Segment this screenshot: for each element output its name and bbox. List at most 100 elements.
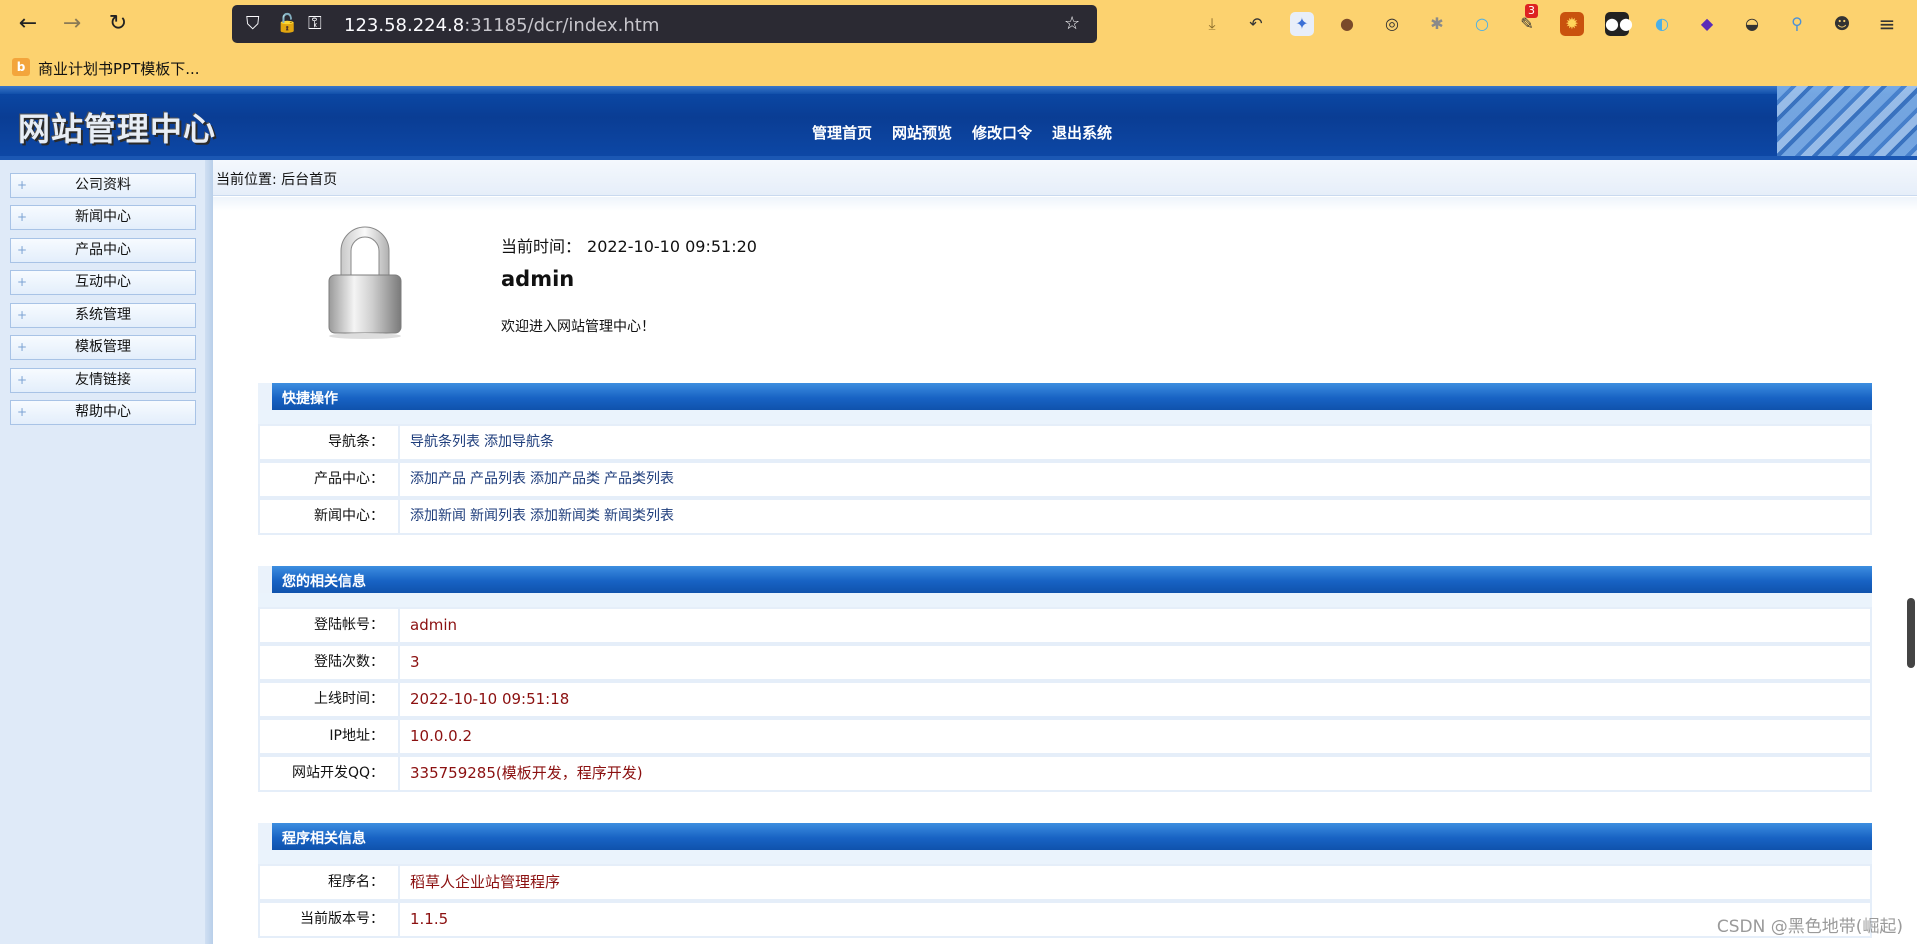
puzzle-icon[interactable]: ✱: [1425, 12, 1449, 36]
table-row: 登陆次数： 3: [258, 644, 1872, 681]
back-icon[interactable]: ←: [14, 10, 42, 38]
section-user-info: 您的相关信息: [258, 566, 1872, 593]
bookmark-star-icon[interactable]: ☆: [1064, 13, 1080, 35]
sidebar-item-products[interactable]: + 产品中心: [10, 238, 196, 263]
sidebar-item-company[interactable]: + 公司资料: [10, 173, 196, 198]
link-nav-list[interactable]: 导航条列表: [410, 434, 480, 450]
spy-icon[interactable]: ☻: [1830, 12, 1854, 36]
row-value: 10.0.0.2: [410, 727, 473, 745]
hat-icon[interactable]: ◒: [1740, 12, 1764, 36]
plus-icon: +: [17, 340, 28, 354]
nav-logout[interactable]: 退出系统: [1052, 122, 1112, 143]
sidebar-item-links[interactable]: + 友情链接: [10, 368, 196, 393]
keyboard-decoration: [1777, 86, 1917, 156]
section-program-info: 程序相关信息: [258, 823, 1872, 850]
menu-icon[interactable]: ≡: [1875, 12, 1899, 36]
top-nav: 管理首页 网站预览 修改口令 退出系统: [812, 122, 1112, 143]
table-row: 程序名： 稻草人企业站管理程序: [258, 864, 1872, 901]
nav-admin-home[interactable]: 管理首页: [812, 122, 872, 143]
table-row: 登陆帐号： admin: [258, 607, 1872, 644]
link-add-news-category[interactable]: 添加新闻类: [530, 508, 600, 524]
main-content: 当前位置: 后台首页 当前时间： 2022-10-10 09:51:20 admi…: [213, 160, 1917, 944]
welcome-message: 欢迎进入网站管理中心！: [501, 319, 655, 335]
plus-icon: +: [17, 405, 28, 419]
link-product-list[interactable]: 产品列表: [470, 471, 526, 487]
sidebar-divider[interactable]: [205, 160, 213, 944]
sidebar-item-label: 互动中心: [75, 274, 131, 290]
page-scrollbar[interactable]: [1907, 176, 1917, 852]
reload-icon[interactable]: ↻: [104, 10, 132, 38]
link-news-category-list[interactable]: 新闻类列表: [604, 508, 674, 524]
breadcrumb: 当前位置: 后台首页: [216, 172, 338, 188]
sidebar-item-templates[interactable]: + 模板管理: [10, 335, 196, 360]
badge-count: 3: [1525, 4, 1538, 18]
forward-icon[interactable]: →: [58, 10, 86, 38]
layers-icon[interactable]: ◆: [1695, 12, 1719, 36]
row-value: admin: [410, 616, 457, 634]
translate-icon[interactable]: ✎ 3: [1515, 4, 1539, 36]
url-bar[interactable]: ⛉ 🔓 ⚿ 123.58.224.8:31185/dcr/index.htm ☆: [232, 5, 1097, 43]
shield-icon[interactable]: ⛉: [246, 13, 260, 35]
sidebar-item-label: 友情链接: [75, 372, 131, 388]
key-icon[interactable]: ⚿: [308, 13, 322, 35]
content-body: 当前时间： 2022-10-10 09:51:20 admin 欢迎进入网站管理中…: [213, 197, 1917, 944]
bookmarks-bar: b 商业计划书PPT模板下...: [0, 50, 1917, 84]
section-gap: [258, 850, 1872, 864]
sidebar-item-news[interactable]: + 新闻中心: [10, 205, 196, 230]
current-time-label: 当前时间：: [501, 237, 582, 256]
row-links: 添加产品 产品列表 添加产品类 产品类列表: [410, 463, 678, 496]
url-text[interactable]: 123.58.224.8:31185/dcr/index.htm: [344, 15, 659, 36]
insecure-lock-icon[interactable]: 🔓: [276, 13, 298, 35]
link-add-product-category[interactable]: 添加产品类: [530, 471, 600, 487]
table-row: 上线时间： 2022-10-10 09:51:18: [258, 681, 1872, 718]
link-product-category-list[interactable]: 产品类列表: [604, 471, 674, 487]
section-gap: [258, 410, 1872, 424]
row-label: 新闻中心：: [260, 500, 400, 533]
sidebar-item-system[interactable]: + 系统管理: [10, 303, 196, 328]
row-value: 稻草人企业站管理程序: [410, 873, 561, 891]
ring-icon[interactable]: ○: [1470, 12, 1494, 36]
header-stripe: [0, 86, 1917, 94]
table-row: 网站开发QQ： 335759285(模板开发，程序开发): [258, 755, 1872, 792]
table-row: IP地址： 10.0.0.2: [258, 718, 1872, 755]
cookie-editor-icon[interactable]: ◎: [1380, 12, 1404, 36]
sidebar-item-interaction[interactable]: + 互动中心: [10, 270, 196, 295]
plus-icon: +: [17, 243, 28, 257]
row-value: 335759285(模板开发，程序开发): [410, 764, 643, 782]
table-row: 产品中心： 添加产品 产品列表 添加产品类 产品类列表: [258, 461, 1872, 498]
row-label: 程序名：: [260, 866, 400, 899]
toggle-icon[interactable]: ◐: [1650, 12, 1674, 36]
site-header: 网站管理中心 管理首页 网站预览 修改口令 退出系统: [0, 86, 1917, 156]
undo-icon[interactable]: ↶: [1244, 12, 1268, 36]
row-label: 导航条：: [260, 426, 400, 459]
link-add-nav[interactable]: 添加导航条: [484, 434, 554, 450]
sidebar-item-label: 公司资料: [75, 177, 131, 193]
gear-extension-icon[interactable]: ✹: [1560, 12, 1584, 36]
section-title: 程序相关信息: [282, 831, 366, 847]
tampermonkey-icon[interactable]: ●●: [1605, 12, 1633, 36]
row-label: 产品中心：: [260, 463, 400, 496]
lock-icon: [328, 226, 402, 339]
row-label: 上线时间：: [260, 683, 400, 716]
section-gap: [258, 593, 1872, 607]
nav-change-password[interactable]: 修改口令: [972, 122, 1032, 143]
download-icon[interactable]: ⤓: [1200, 12, 1224, 36]
welcome-username: admin: [501, 267, 575, 291]
plus-icon: +: [17, 210, 28, 224]
cookie-icon[interactable]: ●: [1335, 12, 1359, 36]
table-row: 当前版本号： 1.1.5: [258, 901, 1872, 938]
site-logo: 网站管理中心: [18, 110, 217, 148]
extension-bird-icon[interactable]: ✦: [1290, 12, 1314, 36]
link-add-product[interactable]: 添加产品: [410, 471, 466, 487]
sidebar-item-label: 帮助中心: [75, 404, 131, 420]
sidebar-item-help[interactable]: + 帮助中心: [10, 400, 196, 425]
current-time: 当前时间： 2022-10-10 09:51:20: [501, 233, 757, 257]
bookmark-item[interactable]: 商业计划书PPT模板下...: [38, 58, 200, 79]
pin-icon[interactable]: ⚲: [1785, 12, 1809, 36]
row-label: IP地址：: [260, 720, 400, 753]
scrollbar-thumb[interactable]: [1907, 598, 1915, 668]
link-news-list[interactable]: 新闻列表: [470, 508, 526, 524]
nav-site-preview[interactable]: 网站预览: [892, 122, 952, 143]
row-label: 网站开发QQ：: [260, 757, 400, 790]
link-add-news[interactable]: 添加新闻: [410, 508, 466, 524]
